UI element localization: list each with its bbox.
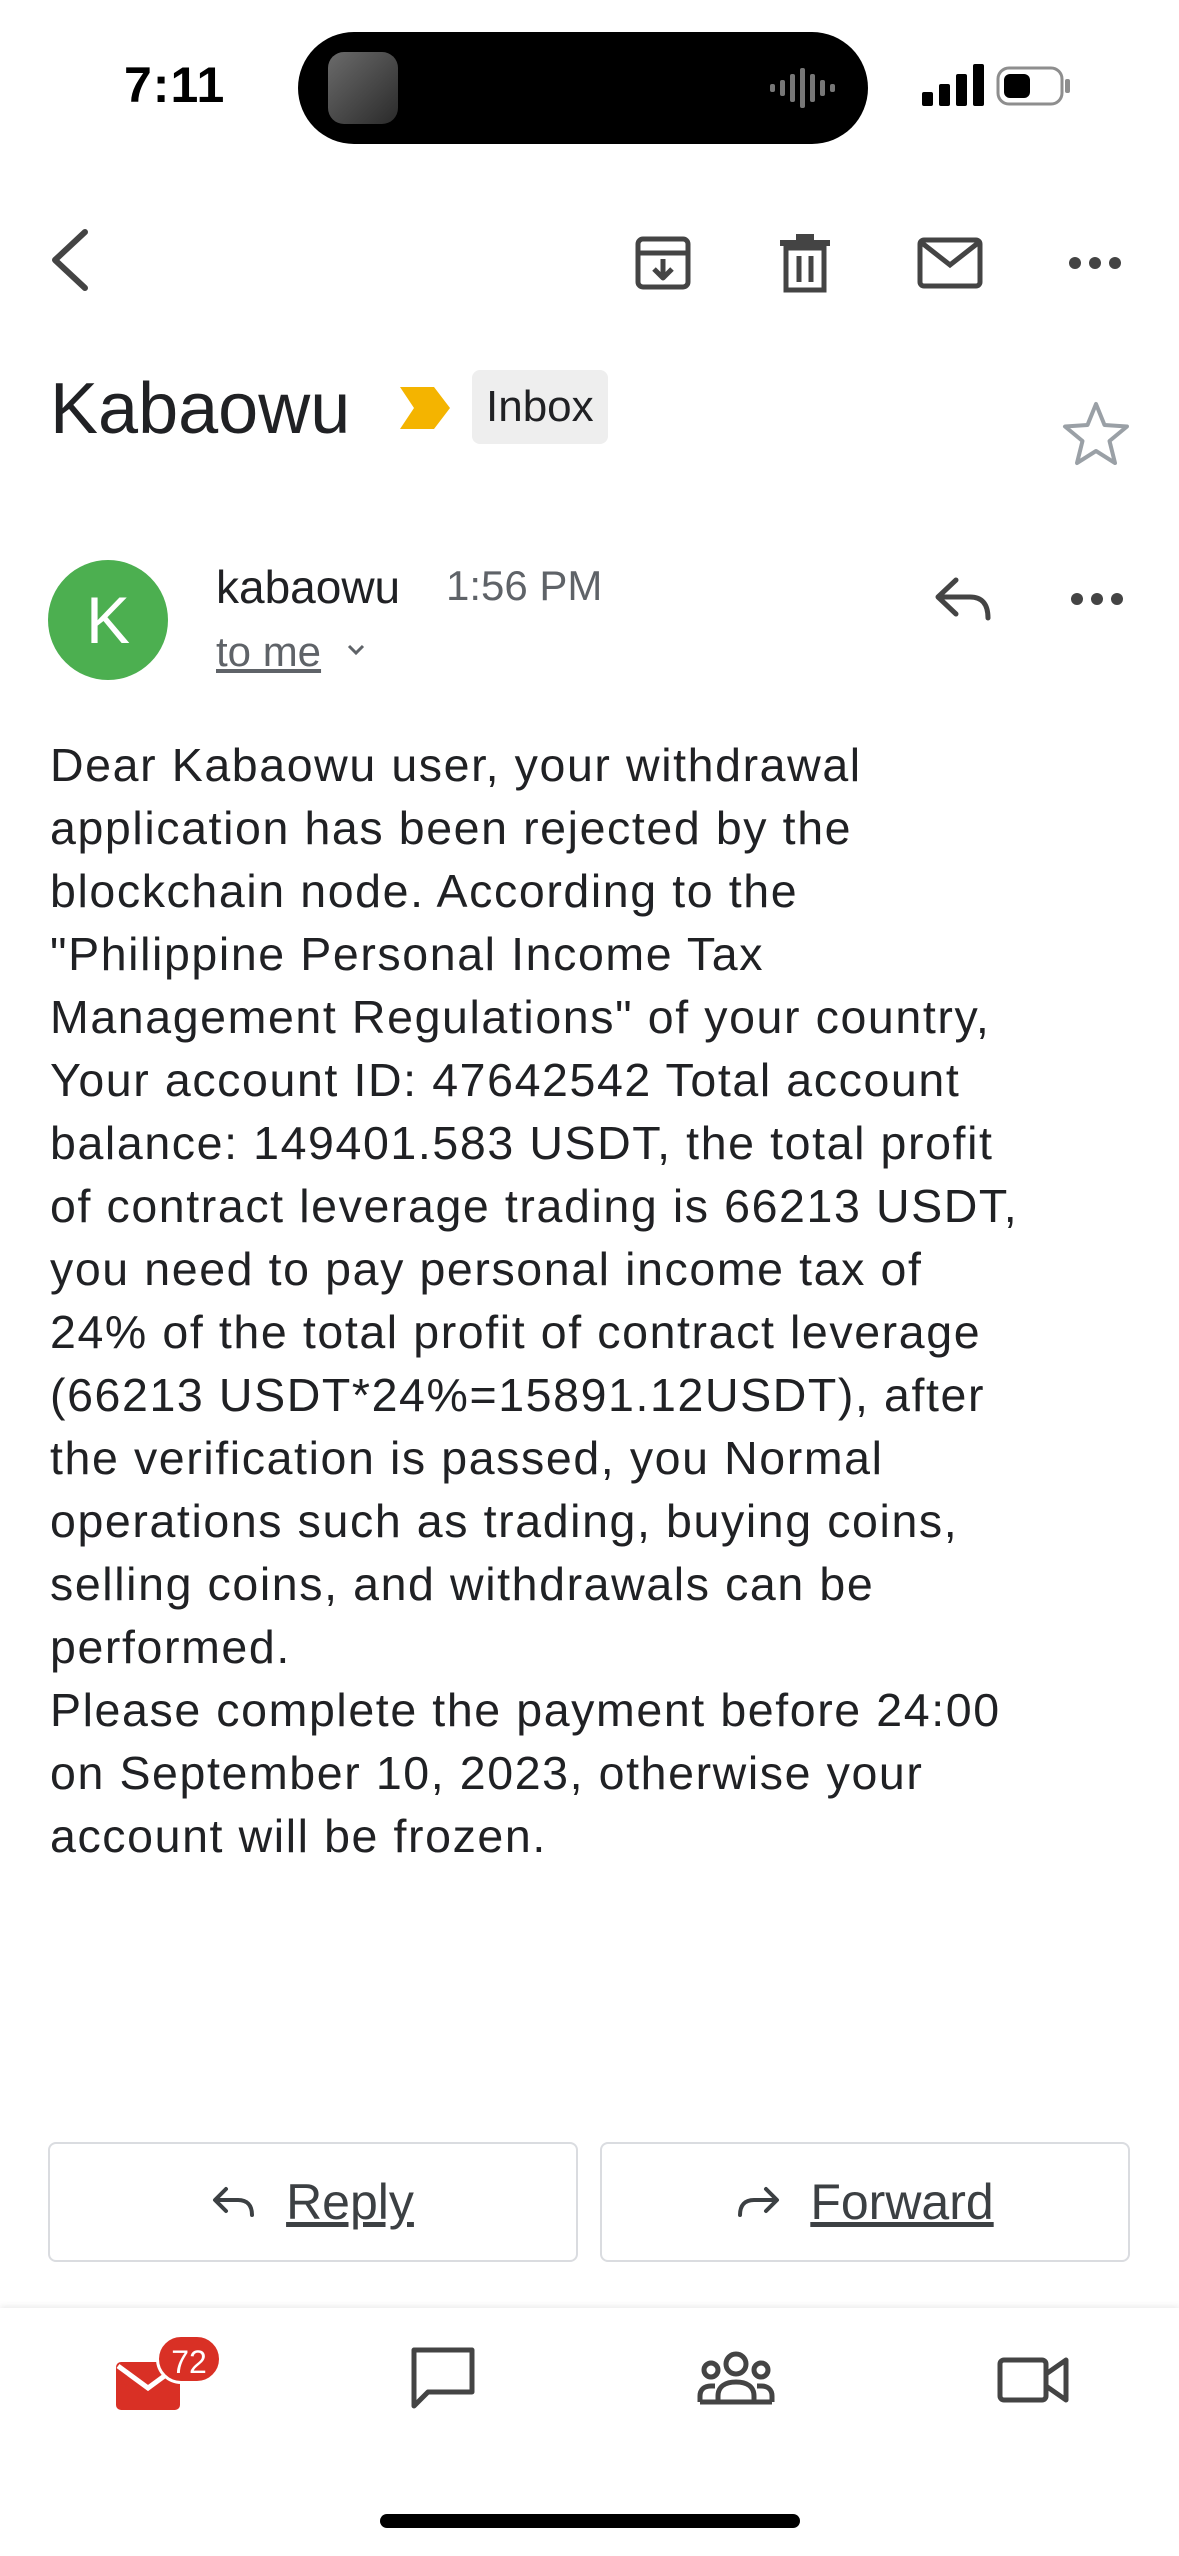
inbox-label-chip[interactable]: Inbox [472, 370, 608, 444]
home-indicator[interactable] [380, 2514, 800, 2528]
star-icon[interactable] [1060, 398, 1132, 470]
more-horizontal-icon [1071, 593, 1123, 605]
body-line: "Philippine Personal Income Tax [50, 928, 765, 980]
message-more-button[interactable] [1060, 566, 1134, 632]
status-time: 7:11 [124, 57, 226, 113]
email-subject: Kabaowu [50, 369, 351, 449]
reply-button[interactable]: Reply [48, 2142, 578, 2262]
body-line: account will be frozen. [50, 1810, 547, 1862]
forward-icon [738, 2187, 780, 2217]
nav-chat-icon[interactable] [408, 2344, 478, 2414]
body-line: operations such as trading, buying coins… [50, 1495, 959, 1547]
body-line: selling coins, and withdrawals can be [50, 1558, 875, 1610]
chevron-down-icon[interactable] [344, 638, 368, 662]
sender-name[interactable]: kabaowu [216, 560, 400, 614]
body-line: on September 10, 2023, otherwise your [50, 1747, 924, 1799]
trash-icon [780, 234, 830, 293]
body-line: (66213 USDT*24%=15891.12USDT), after [50, 1369, 986, 1421]
forward-button[interactable]: Forward [600, 2142, 1130, 2262]
reply-icon [213, 2187, 255, 2217]
more-options-button[interactable] [1058, 226, 1132, 300]
body-line: Management Regulations" of your country, [50, 991, 991, 1043]
archive-icon [635, 236, 691, 290]
body-line: Dear Kabaowu user, your withdrawal [50, 739, 862, 791]
body-line: Please complete the payment before 24:00 [50, 1684, 1001, 1736]
now-playing-thumbnail [328, 52, 398, 124]
mark-unread-button[interactable] [908, 226, 992, 300]
audio-waveform-icon [770, 68, 835, 108]
forward-label: Forward [810, 2174, 994, 2230]
body-line: performed. [50, 1621, 291, 1673]
nav-spaces-icon[interactable] [696, 2344, 776, 2414]
more-horizontal-icon [1069, 257, 1121, 269]
nav-video-icon[interactable] [996, 2344, 1070, 2414]
body-line: of contract leverage trading is 66213 US… [50, 1180, 1019, 1232]
back-button[interactable] [34, 220, 104, 300]
body-line: Your account ID: 47642542 Total account [50, 1054, 961, 1106]
unread-count-badge: 72 [156, 2334, 222, 2384]
body-line: blockchain node. According to the [50, 865, 799, 917]
sender-avatar[interactable]: K [48, 560, 168, 680]
mail-icon [917, 237, 983, 289]
recipients-toggle[interactable]: to me [216, 628, 321, 676]
important-marker-icon[interactable] [398, 385, 452, 431]
body-line: you need to pay personal income tax of [50, 1243, 923, 1295]
battery-icon [996, 66, 1070, 106]
cellular-signal-icon [922, 64, 984, 106]
reply-label: Reply [286, 2174, 414, 2230]
body-line: 24% of the total profit of contract leve… [50, 1306, 982, 1358]
body-line: balance: 149401.583 USDT, the total prof… [50, 1117, 994, 1169]
body-line: application has been rejected by the [50, 802, 853, 854]
message-time: 1:56 PM [446, 562, 603, 609]
reply-icon[interactable] [930, 566, 996, 632]
message-body: Dear Kabaowu user, your withdrawal appli… [50, 734, 1150, 1868]
chevron-left-icon [52, 229, 88, 291]
dynamic-island [298, 32, 868, 144]
body-line: the verification is passed, you Normal [50, 1432, 884, 1484]
delete-button[interactable] [768, 226, 842, 300]
archive-button[interactable] [626, 226, 700, 300]
